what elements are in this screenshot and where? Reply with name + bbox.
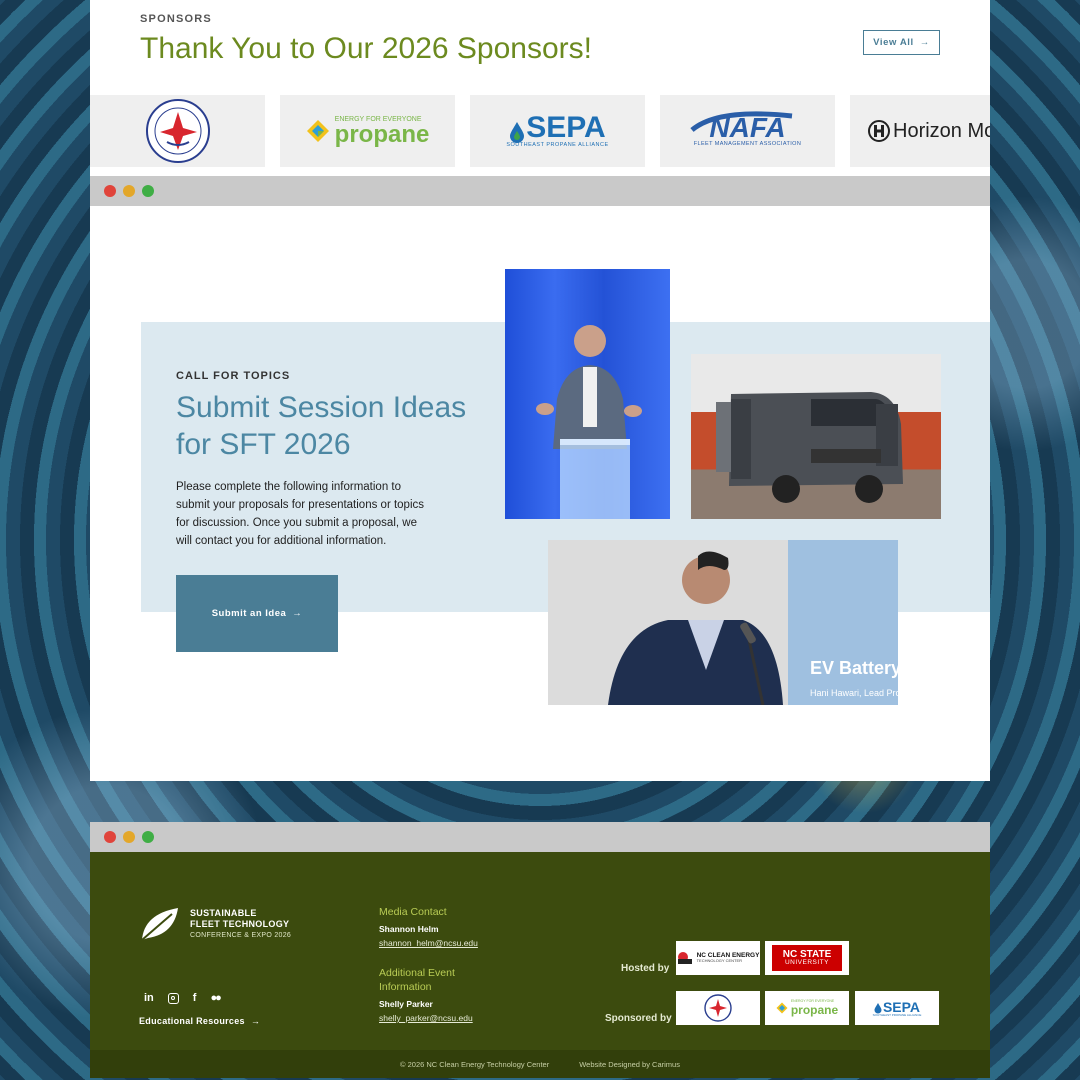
slide-subtitle-text: Hani Hawari, Lead Pro — [810, 688, 898, 698]
propane-diamond-icon — [306, 120, 329, 142]
footer-sponsor-ncdot[interactable] — [676, 991, 760, 1025]
speaker-mic-illustration — [608, 540, 898, 705]
media-contact-heading: Media Contact — [379, 906, 447, 918]
sponsored-by-label: Sponsored by — [605, 1013, 672, 1024]
educational-resources-link[interactable]: Educational Resources → — [139, 1016, 260, 1026]
flickr-icon[interactable]: ●● — [210, 992, 221, 1004]
site-footer: SUSTAINABLE FLEET TECHNOLOGY CONFERENCE … — [90, 852, 990, 1050]
view-all-button[interactable]: View All → — [863, 30, 940, 55]
brand-line-2: FLEET TECHNOLOGY — [190, 918, 290, 929]
footer-sponsor-sepa[interactable]: SEPA SOUTHEAST PROPANE ALLIANCE — [855, 991, 939, 1025]
submit-idea-label: Submit an Idea — [211, 608, 287, 619]
leaf-logo-icon — [141, 908, 178, 941]
maximize-window-icon[interactable] — [142, 831, 154, 843]
ncclean-line2: TECHNOLOGY CENTER — [696, 958, 743, 964]
horizon-wordmark: Horizon Mot — [893, 119, 990, 142]
speaker-podium-photo — [505, 269, 670, 519]
propane-diamond-icon — [776, 1002, 788, 1014]
sponsor-logo-propane[interactable]: ENERGY FOR EVERYONE propane — [280, 95, 455, 167]
call-for-topics-section: CALL FOR TOPICS Submit Session Ideas for… — [90, 206, 990, 781]
minimize-window-icon[interactable] — [123, 185, 135, 197]
sponsors-eyebrow: SPONSORS — [140, 13, 212, 25]
sponsor-logo-ncdot[interactable] — [90, 95, 265, 167]
slide-title-text: EV Battery — [810, 658, 898, 678]
ncdot-seal-icon — [145, 99, 210, 163]
designer-credit-link[interactable]: Website Designed by Carimus — [579, 1060, 680, 1069]
close-window-icon[interactable] — [104, 185, 116, 197]
flame-drop-icon — [510, 122, 525, 144]
instagram-icon[interactable] — [167, 992, 179, 1004]
brand-subtitle: CONFERENCE & EXPO 2026 — [190, 931, 292, 939]
media-contact-email[interactable]: shannon_helm@ncsu.edu — [379, 938, 478, 948]
sepa-wordmark: SEPA — [526, 111, 606, 145]
sponsors-section: SPONSORS Thank You to Our 2026 Sponsors!… — [90, 0, 990, 176]
sponsor-logo-strip: ENERGY FOR EVERYONE propane SEPA SOUTHEA… — [90, 95, 990, 167]
speaker-illustration — [536, 325, 642, 519]
van-illustration — [716, 392, 903, 503]
sponsor-logo-nafa[interactable]: NAFA FLEET MANAGEMENT ASSOCIATION — [660, 95, 835, 167]
fleet-van-photo — [691, 354, 941, 519]
footer-propane-word: propane — [790, 1002, 839, 1017]
close-window-icon[interactable] — [104, 831, 116, 843]
linkedin-icon[interactable]: in — [144, 992, 154, 1004]
facebook-icon[interactable]: f — [193, 992, 197, 1004]
host-logo-ncstate[interactable]: NC STATE UNIVERSITY — [765, 941, 849, 975]
nafa-wordmark: NAFA — [709, 112, 786, 144]
media-contact-name: Shannon Helm — [379, 924, 439, 934]
nafa-tagline: FLEET MANAGEMENT ASSOCIATION — [693, 141, 802, 148]
speaker-microphone-photo: EV Battery Hani Hawari, Lead Pro — [548, 540, 898, 705]
arrow-right-icon: → — [250, 1016, 261, 1026]
call-title: Submit Session Ideas for SFT 2026 — [176, 391, 467, 461]
browser-chrome-bar-footer — [90, 822, 990, 852]
event-info-heading: Additional Event Information — [379, 967, 455, 993]
submit-idea-button[interactable]: Submit an Idea → — [176, 575, 338, 652]
call-eyebrow: CALL FOR TOPICS — [176, 370, 291, 382]
view-all-label: View All — [873, 37, 914, 48]
brand-line-1: SUSTAINABLE — [190, 907, 257, 918]
footer-bottom-bar: © 2026 NC Clean Energy Technology Center… — [90, 1050, 990, 1078]
horizon-h-icon — [868, 120, 890, 142]
footer-brand[interactable]: SUSTAINABLE FLEET TECHNOLOGY CONFERENCE … — [138, 904, 291, 944]
sponsor-logo-sepa[interactable]: SEPA SOUTHEAST PROPANE ALLIANCE — [470, 95, 645, 167]
social-links: in f ●● — [144, 992, 222, 1004]
sepa-tagline: SOUTHEAST PROPANE ALLIANCE — [506, 142, 609, 149]
browser-chrome-bar — [90, 176, 990, 206]
call-description: Please complete the following informatio… — [176, 481, 425, 547]
event-contact-name: Shelly Parker — [379, 999, 433, 1009]
ncclean-mark-icon — [677, 952, 692, 964]
ncdot-seal-icon — [704, 994, 732, 1022]
sponsor-logo-horizon[interactable]: Horizon Mot — [850, 95, 990, 167]
arrow-right-icon: → — [292, 608, 303, 619]
host-logo-ncclean[interactable]: NC CLEAN ENERGY TECHNOLOGY CENTER — [676, 941, 760, 975]
maximize-window-icon[interactable] — [142, 185, 154, 197]
edu-label: Educational Resources — [139, 1016, 245, 1026]
arrow-right-icon: → — [919, 37, 930, 48]
ncstate-line2: UNIVERSITY — [784, 958, 829, 966]
copyright-text: © 2026 NC Clean Energy Technology Center — [400, 1059, 550, 1069]
footer-sepa-word: SEPA — [882, 998, 921, 1015]
footer-sponsor-propane[interactable]: ENERGY FOR EVERYONE propane — [765, 991, 849, 1025]
hosted-by-label: Hosted by — [621, 963, 670, 974]
propane-wordmark: propane — [334, 120, 430, 148]
sponsors-title: Thank You to Our 2026 Sponsors! — [140, 32, 592, 65]
minimize-window-icon[interactable] — [123, 831, 135, 843]
event-contact-email[interactable]: shelly_parker@ncsu.edu — [379, 1013, 473, 1023]
flame-drop-icon — [874, 1002, 882, 1013]
footer-sepa-tag: SOUTHEAST PROPANE ALLIANCE — [872, 1012, 922, 1017]
